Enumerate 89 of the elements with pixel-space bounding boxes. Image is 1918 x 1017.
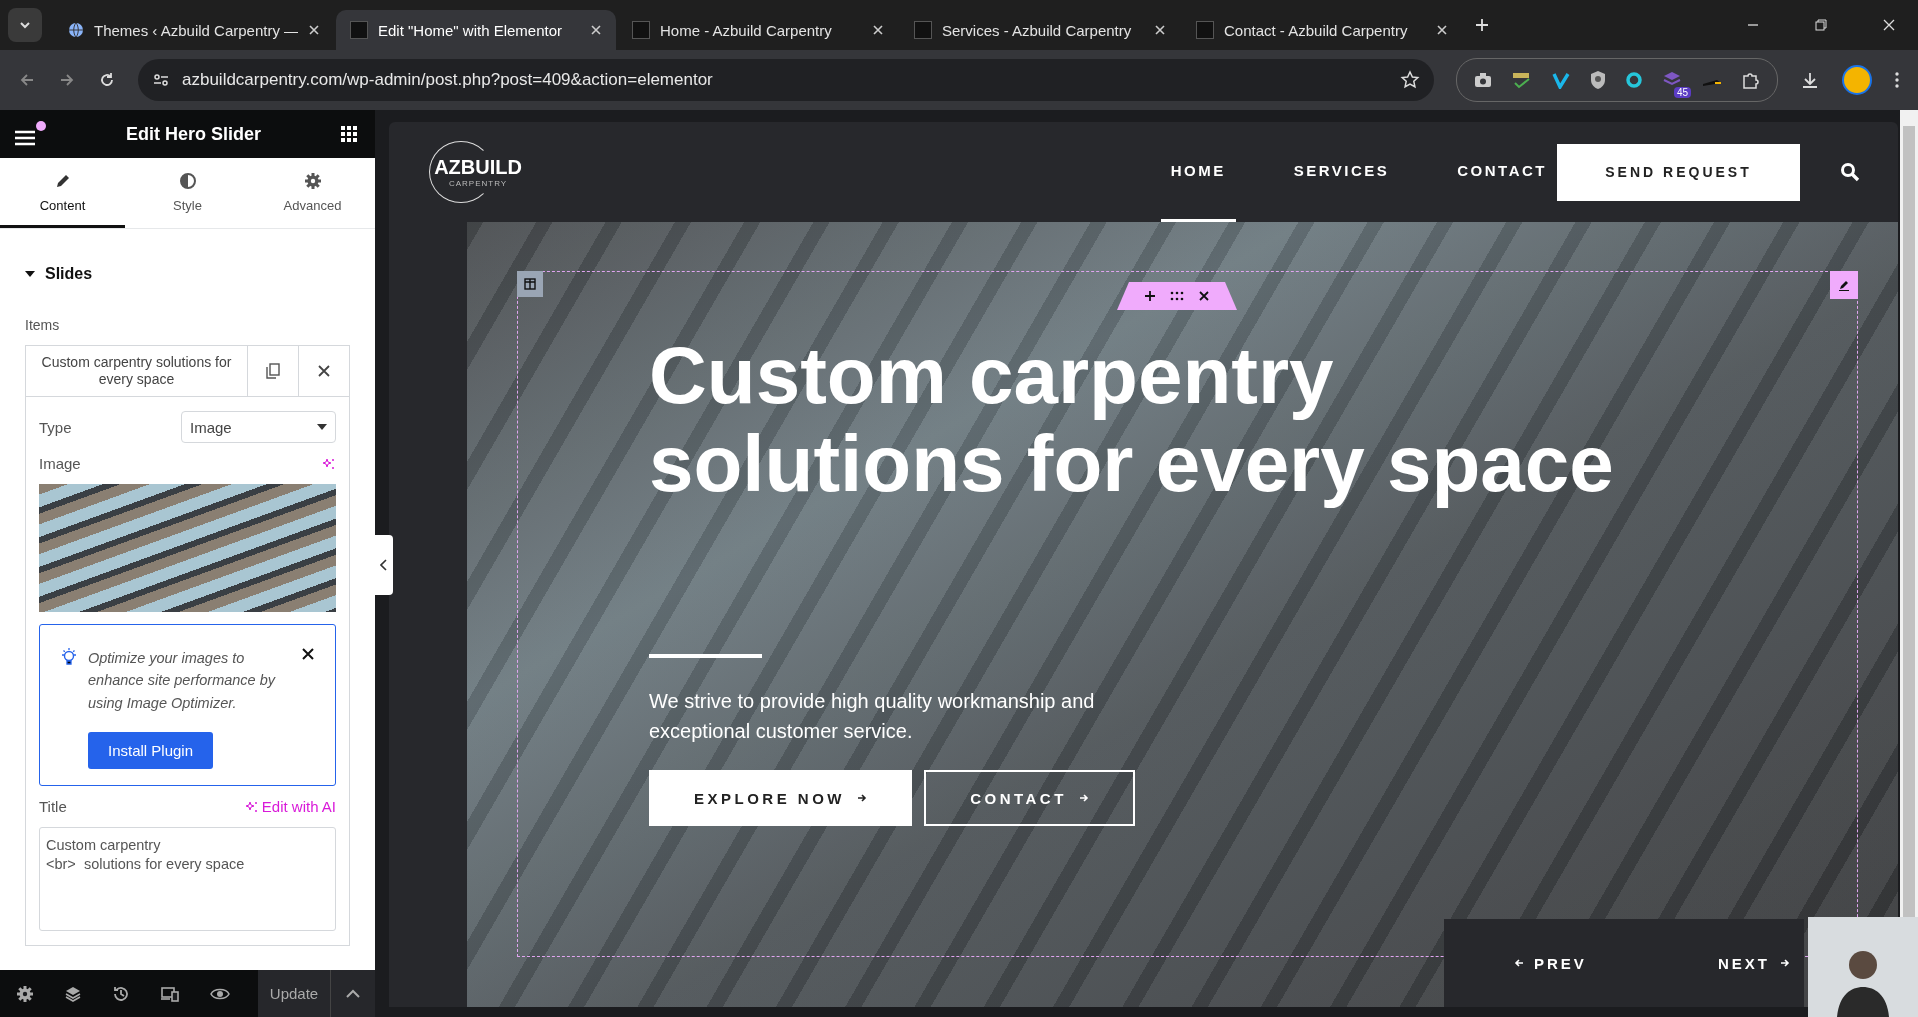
puzzle-piece-icon[interactable] [1741, 70, 1761, 90]
arrow-left-icon [1514, 958, 1524, 968]
site-logo-icon [1196, 21, 1214, 39]
pencil-icon [1838, 279, 1850, 291]
site-settings-icon[interactable] [152, 71, 170, 89]
type-label: Type [39, 418, 72, 436]
address-bar[interactable]: azbuildcarpentry.com/wp-admin/post.php?post=409&action=elementor [138, 59, 1434, 101]
repeater-item-title[interactable]: Custom carpentry solutions for every space [26, 346, 247, 396]
profile-avatar[interactable] [1842, 65, 1872, 95]
caret-icon [25, 269, 35, 279]
menu-icon[interactable] [14, 129, 36, 147]
columns-icon [524, 278, 536, 290]
add-icon[interactable] [1144, 290, 1156, 302]
items-label: Items [25, 317, 61, 333]
next-link[interactable]: NEXT [1718, 954, 1790, 972]
type-select[interactable]: Image [181, 411, 336, 443]
browser-tab[interactable]: Edit "Home" with Elementor [336, 10, 616, 50]
close-icon[interactable] [301, 647, 315, 661]
download-icon[interactable] [1800, 70, 1820, 90]
lightbulb-icon [60, 647, 78, 667]
hero-title: Custom carpentry solutions for every space [649, 332, 1615, 508]
hero-text: We strive to provide high quality workmanship and exceptional customer service. [649, 689, 1096, 744]
responsive-icon[interactable] [160, 984, 180, 1003]
section-toggle[interactable]: Slides [25, 265, 350, 283]
panel-title: Edit Hero Slider [125, 123, 262, 145]
prev-link[interactable]: PREV [1514, 954, 1587, 972]
panel-tab[interactable]: Style [125, 158, 250, 228]
site-logo-icon [350, 21, 368, 39]
arrow-right-icon [857, 793, 867, 803]
panel-tab[interactable]: Content [0, 158, 125, 228]
browser-tab[interactable]: Home - Azbuild Carpentry [618, 10, 898, 50]
shield-icon[interactable] [1589, 70, 1607, 90]
url-text: azbuildcarpentry.com/wp-admin/post.php?post=409&action=elementor [182, 70, 713, 90]
logo-tagline: CARPENTRY [448, 179, 508, 188]
notification-badge: 45 [1673, 87, 1691, 98]
browser-tab[interactable]: Services - Azbuild Carpentry [900, 10, 1180, 50]
column-handle-button[interactable] [517, 271, 543, 297]
browser-tab[interactable]: Contact - Azbuild Carpentry [1182, 10, 1462, 50]
explore-now-button[interactable]: EXPLORE NOW [649, 770, 912, 826]
contact-button[interactable]: CONTACT [924, 770, 1135, 826]
caret-up-icon [346, 988, 360, 999]
tab-title: Edit "Home" with Elementor [378, 21, 564, 39]
logo-text: AZBUILD [434, 156, 522, 179]
restore-icon[interactable] [1814, 18, 1828, 32]
site-logo-icon [632, 21, 650, 39]
more-menu-icon[interactable] [1894, 71, 1900, 89]
close-icon[interactable] [1198, 290, 1210, 302]
half-circle-icon [178, 172, 197, 190]
edit-with-ai-link[interactable]: Edit with AI [244, 798, 336, 816]
sparkle-icon [244, 799, 259, 814]
history-icon[interactable] [112, 984, 130, 1003]
globe-icon [68, 22, 84, 38]
arrow-right-icon [1780, 958, 1790, 968]
tab-list-button[interactable] [8, 8, 42, 42]
drag-handle-icon[interactable] [1170, 291, 1184, 301]
close-icon [317, 364, 331, 378]
caret-icon [317, 424, 327, 430]
title-label: Title [39, 798, 67, 816]
layers-icon[interactable] [64, 984, 82, 1003]
reload-icon[interactable] [98, 71, 116, 89]
image-label: Image [39, 455, 81, 472]
letter-v-icon[interactable] [1551, 71, 1571, 89]
grid-icon[interactable] [341, 126, 357, 142]
sparkle-icon[interactable] [322, 456, 336, 471]
gear-icon [303, 172, 322, 190]
update-button[interactable]: Update [258, 970, 330, 1017]
chevron-left-icon [380, 559, 388, 571]
notice-text: Optimize your images to enhance site performance by using Image Optimizer. [88, 649, 277, 713]
install-plugin-button[interactable]: Install Plugin [88, 732, 214, 770]
camera-icon[interactable] [1473, 71, 1493, 89]
nav-link[interactable]: SERVICES [1283, 122, 1400, 222]
panel-collapse-button[interactable] [375, 535, 393, 595]
tab-title: Home - Azbuild Carpentry [660, 21, 833, 39]
panel-tab[interactable]: Advanced [250, 158, 375, 228]
edit-widget-button[interactable] [1830, 271, 1858, 299]
nav-link[interactable]: CONTACT [1447, 122, 1557, 222]
tab-title: Services - Azbuild Carpentry [942, 21, 1133, 39]
image-thumbnail[interactable] [39, 484, 336, 612]
star-icon[interactable] [1400, 70, 1420, 90]
title-textarea[interactable]: Custom carpentry <br> solutions for every space [39, 827, 336, 932]
site-logo-icon [914, 21, 932, 39]
tab-title: Contact - Azbuild Carpentry [1224, 21, 1409, 39]
new-tab-icon[interactable] [1474, 17, 1490, 33]
settings-icon[interactable] [16, 984, 34, 1003]
search-icon[interactable] [1840, 162, 1860, 182]
ring-icon[interactable] [1625, 71, 1643, 89]
arrow-right-icon [1078, 793, 1089, 803]
send-request-button[interactable]: SEND REQUEST [1557, 143, 1800, 201]
copy-icon [266, 363, 280, 379]
